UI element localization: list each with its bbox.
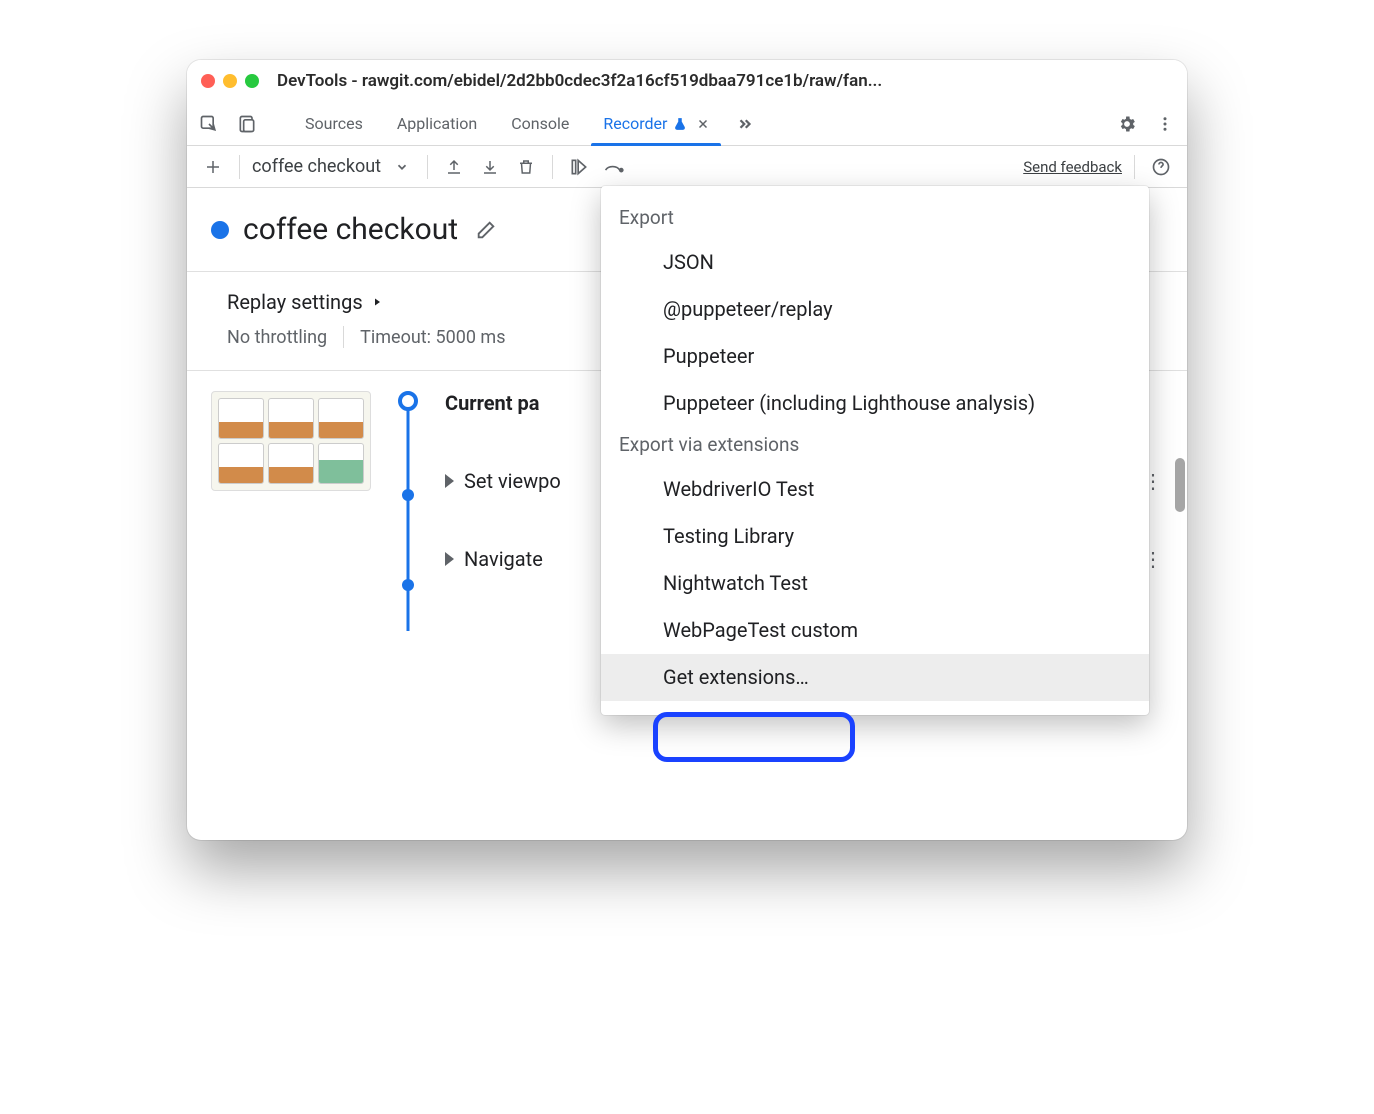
recorder-toolbar: coffee checkout Send feedback xyxy=(187,146,1187,188)
divider xyxy=(552,155,553,179)
replay-settings-label: Replay settings xyxy=(227,290,363,314)
devtools-tabbar: Sources Application Console Recorder xyxy=(187,102,1187,146)
recording-title: coffee checkout xyxy=(243,212,458,247)
export-dropdown: Export JSON @puppeteer/replay Puppeteer … xyxy=(601,186,1149,715)
export-item-puppeteer[interactable]: Puppeteer xyxy=(601,333,1149,380)
send-feedback-link[interactable]: Send feedback xyxy=(1023,158,1122,176)
minimize-window-button[interactable] xyxy=(223,74,237,88)
scrollbar-thumb[interactable] xyxy=(1175,458,1185,512)
maximize-window-button[interactable] xyxy=(245,74,259,88)
recording-selector-label: coffee checkout xyxy=(252,156,381,177)
chevron-down-icon xyxy=(395,160,409,174)
devtools-window: DevTools - rawgit.com/ebidel/2d2bb0cdec3… xyxy=(187,60,1187,840)
export-item-puppeteer-lighthouse[interactable]: Puppeteer (including Lighthouse analysis… xyxy=(601,380,1149,427)
export-item-get-extensions[interactable]: Get extensions… xyxy=(601,654,1149,701)
page-thumbnail xyxy=(211,391,371,491)
window-title: DevTools - rawgit.com/ebidel/2d2bb0cdec3… xyxy=(277,71,1173,91)
tab-label: Sources xyxy=(305,114,363,133)
replay-icon[interactable] xyxy=(565,153,593,181)
export-item-puppeteer-replay[interactable]: @puppeteer/replay xyxy=(601,286,1149,333)
timeline xyxy=(393,391,423,571)
tab-sources[interactable]: Sources xyxy=(293,102,375,145)
export-group-label: Export xyxy=(601,200,1149,239)
recording-selector[interactable]: coffee checkout xyxy=(252,156,415,177)
kebab-menu-icon[interactable] xyxy=(1151,110,1179,138)
help-icon[interactable] xyxy=(1147,153,1175,181)
divider xyxy=(239,155,240,179)
chevron-right-icon xyxy=(445,552,454,566)
export-item-testing-library[interactable]: Testing Library xyxy=(601,513,1149,560)
export-item-nightwatch[interactable]: Nightwatch Test xyxy=(601,560,1149,607)
recording-dot-icon xyxy=(211,221,229,239)
step-label: Current pa xyxy=(445,391,539,415)
export-icon[interactable] xyxy=(440,153,468,181)
chevron-right-icon xyxy=(445,474,454,488)
tab-recorder[interactable]: Recorder xyxy=(591,102,721,145)
settings-gear-icon[interactable] xyxy=(1113,110,1141,138)
tab-console[interactable]: Console xyxy=(499,102,581,145)
tab-label: Application xyxy=(397,114,477,133)
timeout-value: Timeout: 5000 ms xyxy=(360,327,505,348)
divider xyxy=(343,326,344,348)
traffic-lights xyxy=(201,74,259,88)
step-label: Set viewpo xyxy=(464,469,561,493)
tab-label: Console xyxy=(511,114,569,133)
divider xyxy=(1134,155,1135,179)
edit-title-icon[interactable] xyxy=(472,216,500,244)
export-item-webdriverio[interactable]: WebdriverIO Test xyxy=(601,466,1149,513)
more-tabs-icon[interactable] xyxy=(731,110,759,138)
mac-titlebar: DevTools - rawgit.com/ebidel/2d2bb0cdec3… xyxy=(187,60,1187,102)
export-item-json[interactable]: JSON xyxy=(601,239,1149,286)
inspect-element-icon[interactable] xyxy=(195,110,223,138)
export-via-extensions-label: Export via extensions xyxy=(601,427,1149,466)
tab-label: Recorder xyxy=(603,114,667,133)
flask-icon xyxy=(673,117,687,131)
delete-icon[interactable] xyxy=(512,153,540,181)
device-toolbar-icon[interactable] xyxy=(233,110,261,138)
divider xyxy=(427,155,428,179)
throttling-value: No throttling xyxy=(227,327,327,348)
close-window-button[interactable] xyxy=(201,74,215,88)
step-label: Navigate xyxy=(464,547,543,571)
close-tab-icon[interactable] xyxy=(697,118,709,130)
tab-application[interactable]: Application xyxy=(385,102,489,145)
chevron-right-icon xyxy=(371,296,383,308)
export-item-webpagetest[interactable]: WebPageTest custom xyxy=(601,607,1149,654)
new-recording-icon[interactable] xyxy=(199,153,227,181)
step-over-icon[interactable] xyxy=(601,153,629,181)
import-icon[interactable] xyxy=(476,153,504,181)
